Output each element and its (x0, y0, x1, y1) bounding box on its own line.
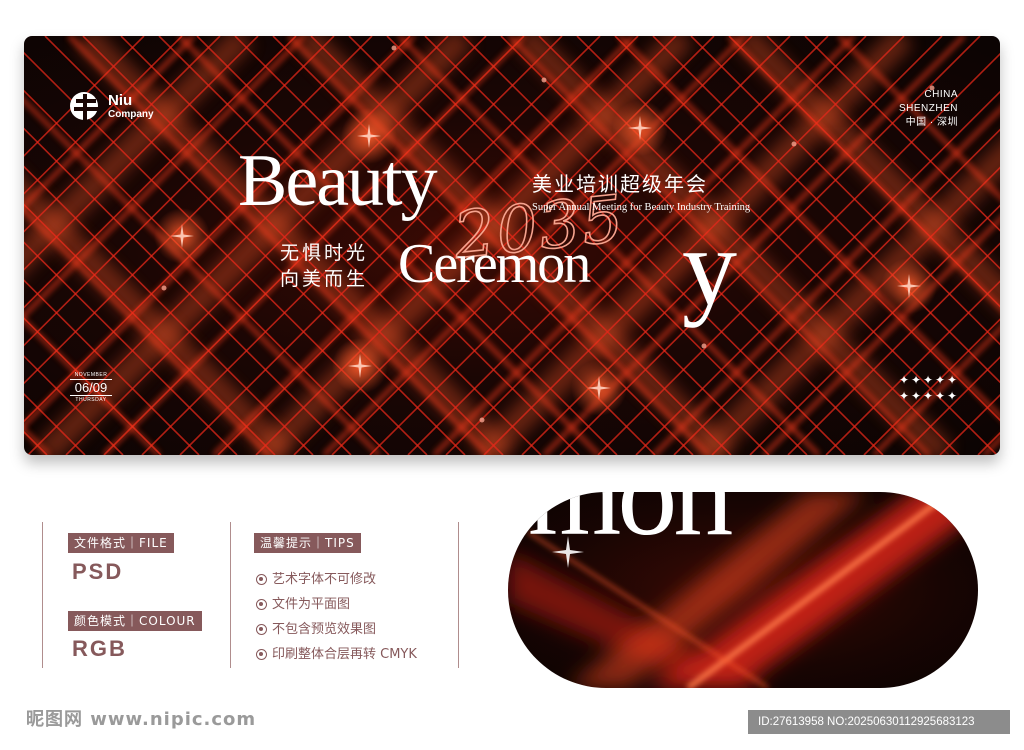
slogan-line-1: 无惧时光 (280, 242, 369, 264)
company-logo: Niu Company (68, 86, 154, 126)
date-month: NOVEMBER (74, 372, 108, 378)
slogan: 无惧时光 向美而生 (280, 240, 368, 292)
detail-title-fragment: mon (528, 492, 733, 560)
sparkle-icon: ✦ (898, 373, 910, 387)
circle-bullet-icon (256, 574, 267, 585)
logo-name: Niu (108, 91, 133, 109)
sparkle-icon: ✦ (910, 389, 922, 403)
location-city: SHENZHEN (898, 103, 958, 114)
divider-middle (230, 522, 231, 668)
location-label: CHINA SHENZHEN 中国 · 深圳 (899, 88, 958, 130)
logo-mark-icon (70, 92, 98, 120)
circle-bullet-icon (256, 649, 267, 660)
date-badge: NOVEMBER 06/09 THURSDAY (70, 372, 112, 403)
tip-item: 艺术字体不可修改 (256, 567, 417, 592)
sparkle-icon: ✦ (934, 389, 946, 403)
file-format-value: PSD (72, 559, 124, 584)
watermark-id: ID:27613958 NO:20250630112925683123 (748, 710, 1010, 734)
sparkle-icon: ✦ (946, 373, 958, 387)
sparkle-icon: ✦ (898, 389, 910, 403)
file-format-label: 文件格式｜FILE (68, 533, 174, 553)
circle-bullet-icon (256, 624, 267, 635)
chinese-title: 美业培训超级年会 (532, 172, 708, 196)
title-ceremony: Ceremon (398, 233, 591, 295)
sparkle-icon: ✦ (910, 373, 922, 387)
detail-preview: mon (508, 492, 978, 688)
tip-item: 不包含预览效果图 (256, 617, 417, 642)
tip-item: 文件为平面图 (256, 592, 417, 617)
divider-left (42, 522, 43, 668)
sparkle-icon: ✦ (922, 373, 934, 387)
location-country: CHINA (924, 89, 958, 100)
title-beauty: Beauty (238, 140, 438, 222)
tips-list: 艺术字体不可修改 文件为平面图 不包含预览效果图 印刷整体合层再转 CMYK (256, 567, 417, 667)
banner: Niu Company CHINA SHENZHEN 中国 · 深圳 2035 … (24, 36, 1000, 455)
sparkle-icon: ✦ (946, 389, 958, 403)
sparkle-decoration: ✦ ✦ ✦ ✦ ✦ ✦ ✦ ✦ ✦ ✦ (898, 374, 958, 402)
color-mode-value: RGB (72, 636, 127, 661)
circle-bullet-icon (256, 599, 267, 610)
date-day: 06/09 (70, 379, 112, 396)
title-y-letter: y (682, 206, 737, 328)
watermark-left: 昵图网 www.nipic.com (26, 709, 257, 730)
logo-subname: Company (108, 108, 154, 120)
slogan-line-2: 向美而生 (280, 268, 369, 290)
location-cn: 中国 · 深圳 (905, 117, 958, 128)
divider-right (458, 522, 459, 668)
english-subtitle: Super Annual Meeting for Beauty Industry… (532, 202, 751, 213)
sparkle-icon: ✦ (922, 389, 934, 403)
tips-label: 温馨提示｜TIPS (254, 533, 361, 553)
color-mode-label: 颜色模式｜COLOUR (68, 611, 202, 631)
tip-item: 印刷整体合层再转 CMYK (256, 642, 417, 667)
sparkle-icon: ✦ (934, 373, 946, 387)
date-weekday: THURSDAY (75, 397, 107, 403)
